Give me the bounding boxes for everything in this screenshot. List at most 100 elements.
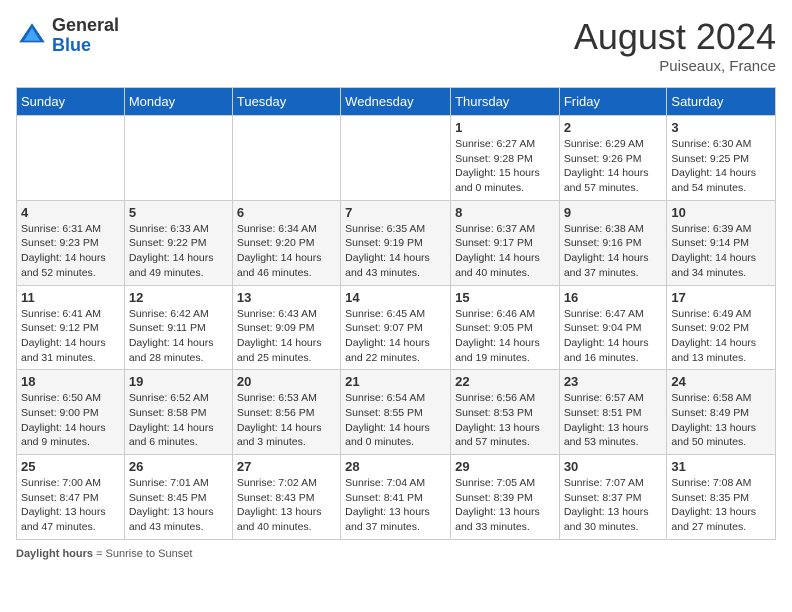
day-info: Sunrise: 7:08 AM Sunset: 8:35 PM Dayligh… — [671, 476, 771, 535]
calendar-cell: 8Sunrise: 6:37 AM Sunset: 9:17 PM Daylig… — [451, 200, 560, 285]
day-number: 18 — [21, 374, 120, 389]
calendar-cell: 24 Sunrise: 6:58 AM Sunset: 8:49 PM Dayli… — [667, 370, 776, 455]
day-info: Sunrise: 6:56 AM Sunset: 8:53 PM Dayligh… — [455, 391, 555, 450]
day-info: Sunrise: 6:42 AM Sunset: 9:11 PM Dayligh… — [129, 307, 228, 366]
month-year-title: August 2024 — [574, 16, 776, 58]
calendar-cell: 19 Sunrise: 6:52 AM Sunset: 8:58 PM Dayli… — [124, 370, 232, 455]
day-number: 8 — [455, 205, 555, 220]
day-info: Sunrise: 6:30 AM Sunset: 9:25 PM Dayligh… — [671, 137, 771, 196]
title-block: August 2024 Puiseaux, France — [574, 16, 776, 75]
day-info: Sunrise: 7:04 AM Sunset: 8:41 PM Dayligh… — [345, 476, 446, 535]
day-info: Sunrise: 6:52 AM Sunset: 8:58 PM Dayligh… — [129, 391, 228, 450]
day-number: 7 — [345, 205, 446, 220]
calendar-cell: 26 Sunrise: 7:01 AM Sunset: 8:45 PM Dayli… — [124, 455, 232, 540]
day-info: Sunrise: 6:47 AM Sunset: 9:04 PM Dayligh… — [564, 307, 663, 366]
calendar-cell: 15Sunrise: 6:46 AM Sunset: 9:05 PM Dayli… — [451, 285, 560, 370]
day-info: Sunrise: 6:43 AM Sunset: 9:09 PM Dayligh… — [237, 307, 336, 366]
calendar-week-row: 18 Sunrise: 6:50 AM Sunset: 9:00 PM Dayli… — [17, 370, 776, 455]
calendar-week-row: 4 Sunrise: 6:31 AM Sunset: 9:23 PM Daylig… — [17, 200, 776, 285]
day-number: 28 — [345, 459, 446, 474]
calendar-cell: 16 Sunrise: 6:47 AM Sunset: 9:04 PM Dayli… — [559, 285, 667, 370]
logo-general: General — [52, 15, 119, 35]
day-info: Sunrise: 7:02 AM Sunset: 8:43 PM Dayligh… — [237, 476, 336, 535]
daylight-hours-label: Daylight hours — [16, 548, 93, 560]
day-number: 30 — [564, 459, 663, 474]
day-number: 6 — [237, 205, 336, 220]
calendar-cell: 13 Sunrise: 6:43 AM Sunset: 9:09 PM Dayli… — [232, 285, 340, 370]
day-info: Sunrise: 6:45 AM Sunset: 9:07 PM Dayligh… — [345, 307, 446, 366]
calendar-cell: 22 Sunrise: 6:56 AM Sunset: 8:53 PM Dayli… — [451, 370, 560, 455]
calendar-cell: 14 Sunrise: 6:45 AM Sunset: 9:07 PM Dayli… — [341, 285, 451, 370]
day-number: 3 — [671, 120, 771, 135]
day-number: 29 — [455, 459, 555, 474]
calendar-cell: 4 Sunrise: 6:31 AM Sunset: 9:23 PM Daylig… — [17, 200, 125, 285]
day-number: 16 — [564, 290, 663, 305]
day-number: 14 — [345, 290, 446, 305]
day-number: 1 — [455, 120, 555, 135]
logo-icon — [16, 20, 48, 52]
calendar-cell: 10 Sunrise: 6:39 AM Sunset: 9:14 PM Dayli… — [667, 200, 776, 285]
day-of-week-header: Friday — [559, 88, 667, 116]
calendar-week-row: 25Sunrise: 7:00 AM Sunset: 8:47 PM Dayli… — [17, 455, 776, 540]
day-info: Sunrise: 6:34 AM Sunset: 9:20 PM Dayligh… — [237, 222, 336, 281]
day-number: 17 — [671, 290, 771, 305]
day-info: Sunrise: 7:05 AM Sunset: 8:39 PM Dayligh… — [455, 476, 555, 535]
day-info: Sunrise: 6:54 AM Sunset: 8:55 PM Dayligh… — [345, 391, 446, 450]
day-number: 15 — [455, 290, 555, 305]
day-info: Sunrise: 6:39 AM Sunset: 9:14 PM Dayligh… — [671, 222, 771, 281]
day-info: Sunrise: 6:27 AM Sunset: 9:28 PM Dayligh… — [455, 137, 555, 196]
day-of-week-header: Monday — [124, 88, 232, 116]
day-of-week-header: Saturday — [667, 88, 776, 116]
day-info: Sunrise: 6:49 AM Sunset: 9:02 PM Dayligh… — [671, 307, 771, 366]
day-number: 2 — [564, 120, 663, 135]
calendar-cell: 21Sunrise: 6:54 AM Sunset: 8:55 PM Dayli… — [341, 370, 451, 455]
day-info: Sunrise: 6:50 AM Sunset: 9:00 PM Dayligh… — [21, 391, 120, 450]
calendar-cell: 27 Sunrise: 7:02 AM Sunset: 8:43 PM Dayli… — [232, 455, 340, 540]
day-number: 24 — [671, 374, 771, 389]
logo-text: General Blue — [52, 16, 119, 56]
day-info: Sunrise: 7:01 AM Sunset: 8:45 PM Dayligh… — [129, 476, 228, 535]
day-info: Sunrise: 6:31 AM Sunset: 9:23 PM Dayligh… — [21, 222, 120, 281]
calendar-cell: 6 Sunrise: 6:34 AM Sunset: 9:20 PM Daylig… — [232, 200, 340, 285]
day-number: 31 — [671, 459, 771, 474]
calendar-cell: 18 Sunrise: 6:50 AM Sunset: 9:00 PM Dayli… — [17, 370, 125, 455]
day-of-week-header: Thursday — [451, 88, 560, 116]
calendar-cell: 28 Sunrise: 7:04 AM Sunset: 8:41 PM Dayli… — [341, 455, 451, 540]
day-of-week-header: Wednesday — [341, 88, 451, 116]
day-number: 26 — [129, 459, 228, 474]
calendar-cell: 2Sunrise: 6:29 AM Sunset: 9:26 PM Daylig… — [559, 116, 667, 201]
day-number: 22 — [455, 374, 555, 389]
day-number: 20 — [237, 374, 336, 389]
calendar-cell: 1 Sunrise: 6:27 AM Sunset: 9:28 PM Daylig… — [451, 116, 560, 201]
calendar-week-row: 11Sunrise: 6:41 AM Sunset: 9:12 PM Dayli… — [17, 285, 776, 370]
calendar-cell: 25Sunrise: 7:00 AM Sunset: 8:47 PM Dayli… — [17, 455, 125, 540]
logo-blue: Blue — [52, 35, 91, 55]
calendar-cell: 23Sunrise: 6:57 AM Sunset: 8:51 PM Dayli… — [559, 370, 667, 455]
day-info: Sunrise: 6:41 AM Sunset: 9:12 PM Dayligh… — [21, 307, 120, 366]
day-number: 9 — [564, 205, 663, 220]
day-info: Sunrise: 6:58 AM Sunset: 8:49 PM Dayligh… — [671, 391, 771, 450]
day-number: 19 — [129, 374, 228, 389]
calendar-cell: 12 Sunrise: 6:42 AM Sunset: 9:11 PM Dayli… — [124, 285, 232, 370]
footer-note: Daylight hours = Sunrise to Sunset — [16, 548, 776, 560]
day-of-week-header: Tuesday — [232, 88, 340, 116]
day-number: 4 — [21, 205, 120, 220]
calendar-cell — [232, 116, 340, 201]
logo: General Blue — [16, 16, 119, 56]
day-number: 12 — [129, 290, 228, 305]
day-info: Sunrise: 6:33 AM Sunset: 9:22 PM Dayligh… — [129, 222, 228, 281]
calendar-cell: 17 Sunrise: 6:49 AM Sunset: 9:02 PM Dayli… — [667, 285, 776, 370]
calendar-week-row: 1 Sunrise: 6:27 AM Sunset: 9:28 PM Daylig… — [17, 116, 776, 201]
calendar-header-row: SundayMondayTuesdayWednesdayThursdayFrid… — [17, 88, 776, 116]
day-number: 5 — [129, 205, 228, 220]
calendar-cell: 3 Sunrise: 6:30 AM Sunset: 9:25 PM Daylig… — [667, 116, 776, 201]
location-subtitle: Puiseaux, France — [574, 58, 776, 75]
day-number: 10 — [671, 205, 771, 220]
day-number: 27 — [237, 459, 336, 474]
day-info: Sunrise: 6:38 AM Sunset: 9:16 PM Dayligh… — [564, 222, 663, 281]
day-number: 13 — [237, 290, 336, 305]
calendar-cell: 29 Sunrise: 7:05 AM Sunset: 8:39 PM Dayli… — [451, 455, 560, 540]
calendar-cell: 7Sunrise: 6:35 AM Sunset: 9:19 PM Daylig… — [341, 200, 451, 285]
day-info: Sunrise: 7:00 AM Sunset: 8:47 PM Dayligh… — [21, 476, 120, 535]
calendar-cell — [341, 116, 451, 201]
